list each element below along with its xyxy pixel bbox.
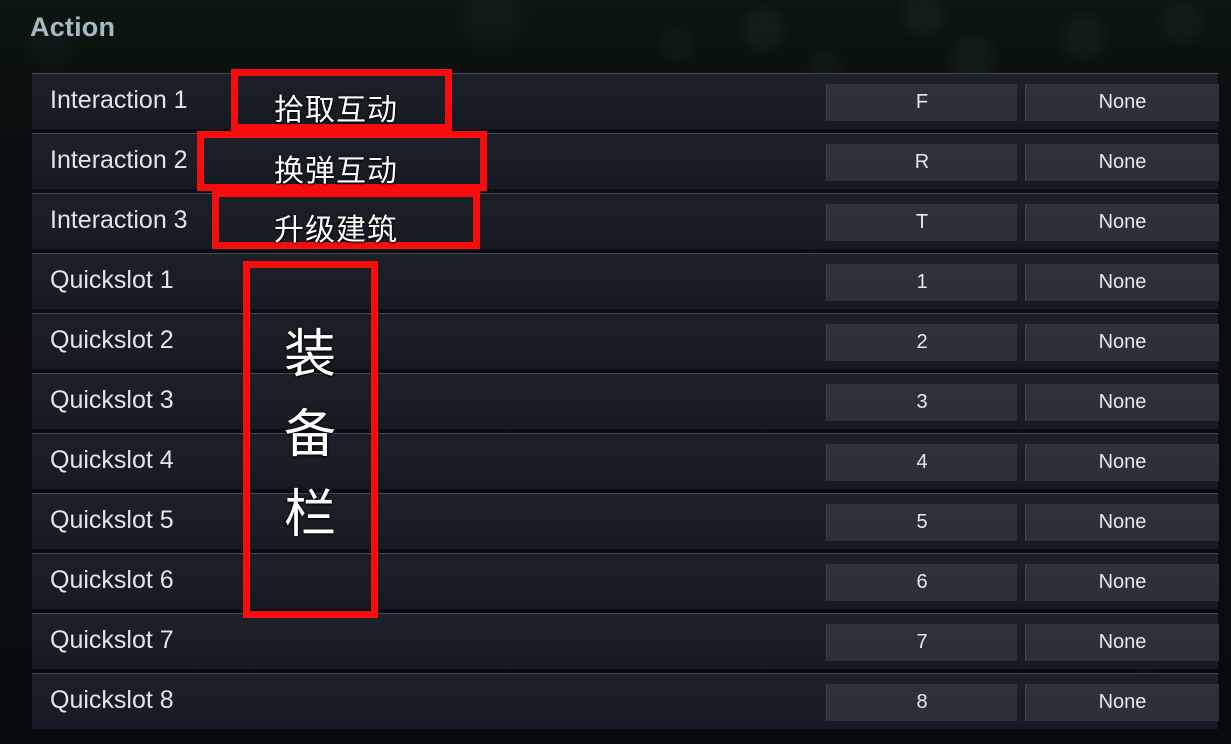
secondary-binding-button[interactable]: None xyxy=(1025,624,1219,661)
table-row: Quickslot 1 1 None xyxy=(0,253,1231,313)
secondary-binding-button[interactable]: None xyxy=(1025,84,1219,121)
action-label: Interaction 2 xyxy=(50,146,188,174)
table-row: Interaction 1 F None xyxy=(0,73,1231,133)
primary-binding-button[interactable]: 4 xyxy=(826,444,1017,481)
page-title: Action xyxy=(30,12,116,42)
secondary-binding-button[interactable]: None xyxy=(1025,144,1219,181)
primary-binding-button[interactable]: 3 xyxy=(826,384,1017,421)
action-label: Quickslot 5 xyxy=(50,506,174,534)
secondary-binding-button[interactable]: None xyxy=(1025,384,1219,421)
annotation-label: 装备栏 xyxy=(283,326,336,544)
primary-binding-button[interactable]: 2 xyxy=(826,324,1017,361)
table-row: Quickslot 3 3 None xyxy=(0,373,1231,433)
secondary-binding-button[interactable]: None xyxy=(1025,264,1219,301)
primary-binding-button[interactable]: 1 xyxy=(826,264,1017,301)
secondary-binding-button[interactable]: None xyxy=(1025,444,1219,481)
action-label: Interaction 1 xyxy=(50,86,188,114)
table-row: Quickslot 2 2 None xyxy=(0,313,1231,373)
secondary-binding-button[interactable]: None xyxy=(1025,504,1219,541)
table-row: Quickslot 5 5 None xyxy=(0,493,1231,553)
table-row: Quickslot 8 8 None xyxy=(0,673,1231,733)
primary-binding-button[interactable]: 6 xyxy=(826,564,1017,601)
primary-binding-button[interactable]: 7 xyxy=(826,624,1017,661)
action-label: Quickslot 7 xyxy=(50,626,174,654)
primary-binding-button[interactable]: 5 xyxy=(826,504,1017,541)
primary-binding-button[interactable]: T xyxy=(826,204,1017,241)
table-row: Interaction 3 T None xyxy=(0,193,1231,253)
table-row: Quickslot 7 7 None xyxy=(0,613,1231,673)
table-row: Quickslot 4 4 None xyxy=(0,433,1231,493)
action-label: Quickslot 6 xyxy=(50,566,174,594)
action-label: Quickslot 4 xyxy=(50,446,174,474)
secondary-binding-button[interactable]: None xyxy=(1025,204,1219,241)
annotation-label: 升级建筑 xyxy=(274,214,398,247)
annotation-label: 拾取互动 xyxy=(274,94,398,127)
keybindings-list: Interaction 1 F None Interaction 2 R None Inte… xyxy=(0,73,1231,733)
action-label: Interaction 3 xyxy=(50,206,188,234)
action-label: Quickslot 2 xyxy=(50,326,174,354)
action-label: Quickslot 3 xyxy=(50,386,174,414)
keybindings-screen: Action Interaction 1 F None Interaction 2RN… xyxy=(0,0,1231,744)
action-label: Quickslot 8 xyxy=(50,686,174,714)
secondary-binding-button[interactable]: None xyxy=(1025,684,1219,721)
primary-binding-button[interactable]: R xyxy=(826,144,1017,181)
secondary-binding-button[interactable]: None xyxy=(1025,324,1219,361)
primary-binding-button[interactable]: 8 xyxy=(826,684,1017,721)
primary-binding-button[interactable]: F xyxy=(826,84,1017,121)
action-label: Quickslot 1 xyxy=(50,266,174,294)
secondary-binding-button[interactable]: None xyxy=(1025,564,1219,601)
annotation-label: 换弹互动 xyxy=(274,155,398,188)
table-row: Interaction 2 R None xyxy=(0,133,1231,193)
table-row: Quickslot 6 6 None xyxy=(0,553,1231,613)
